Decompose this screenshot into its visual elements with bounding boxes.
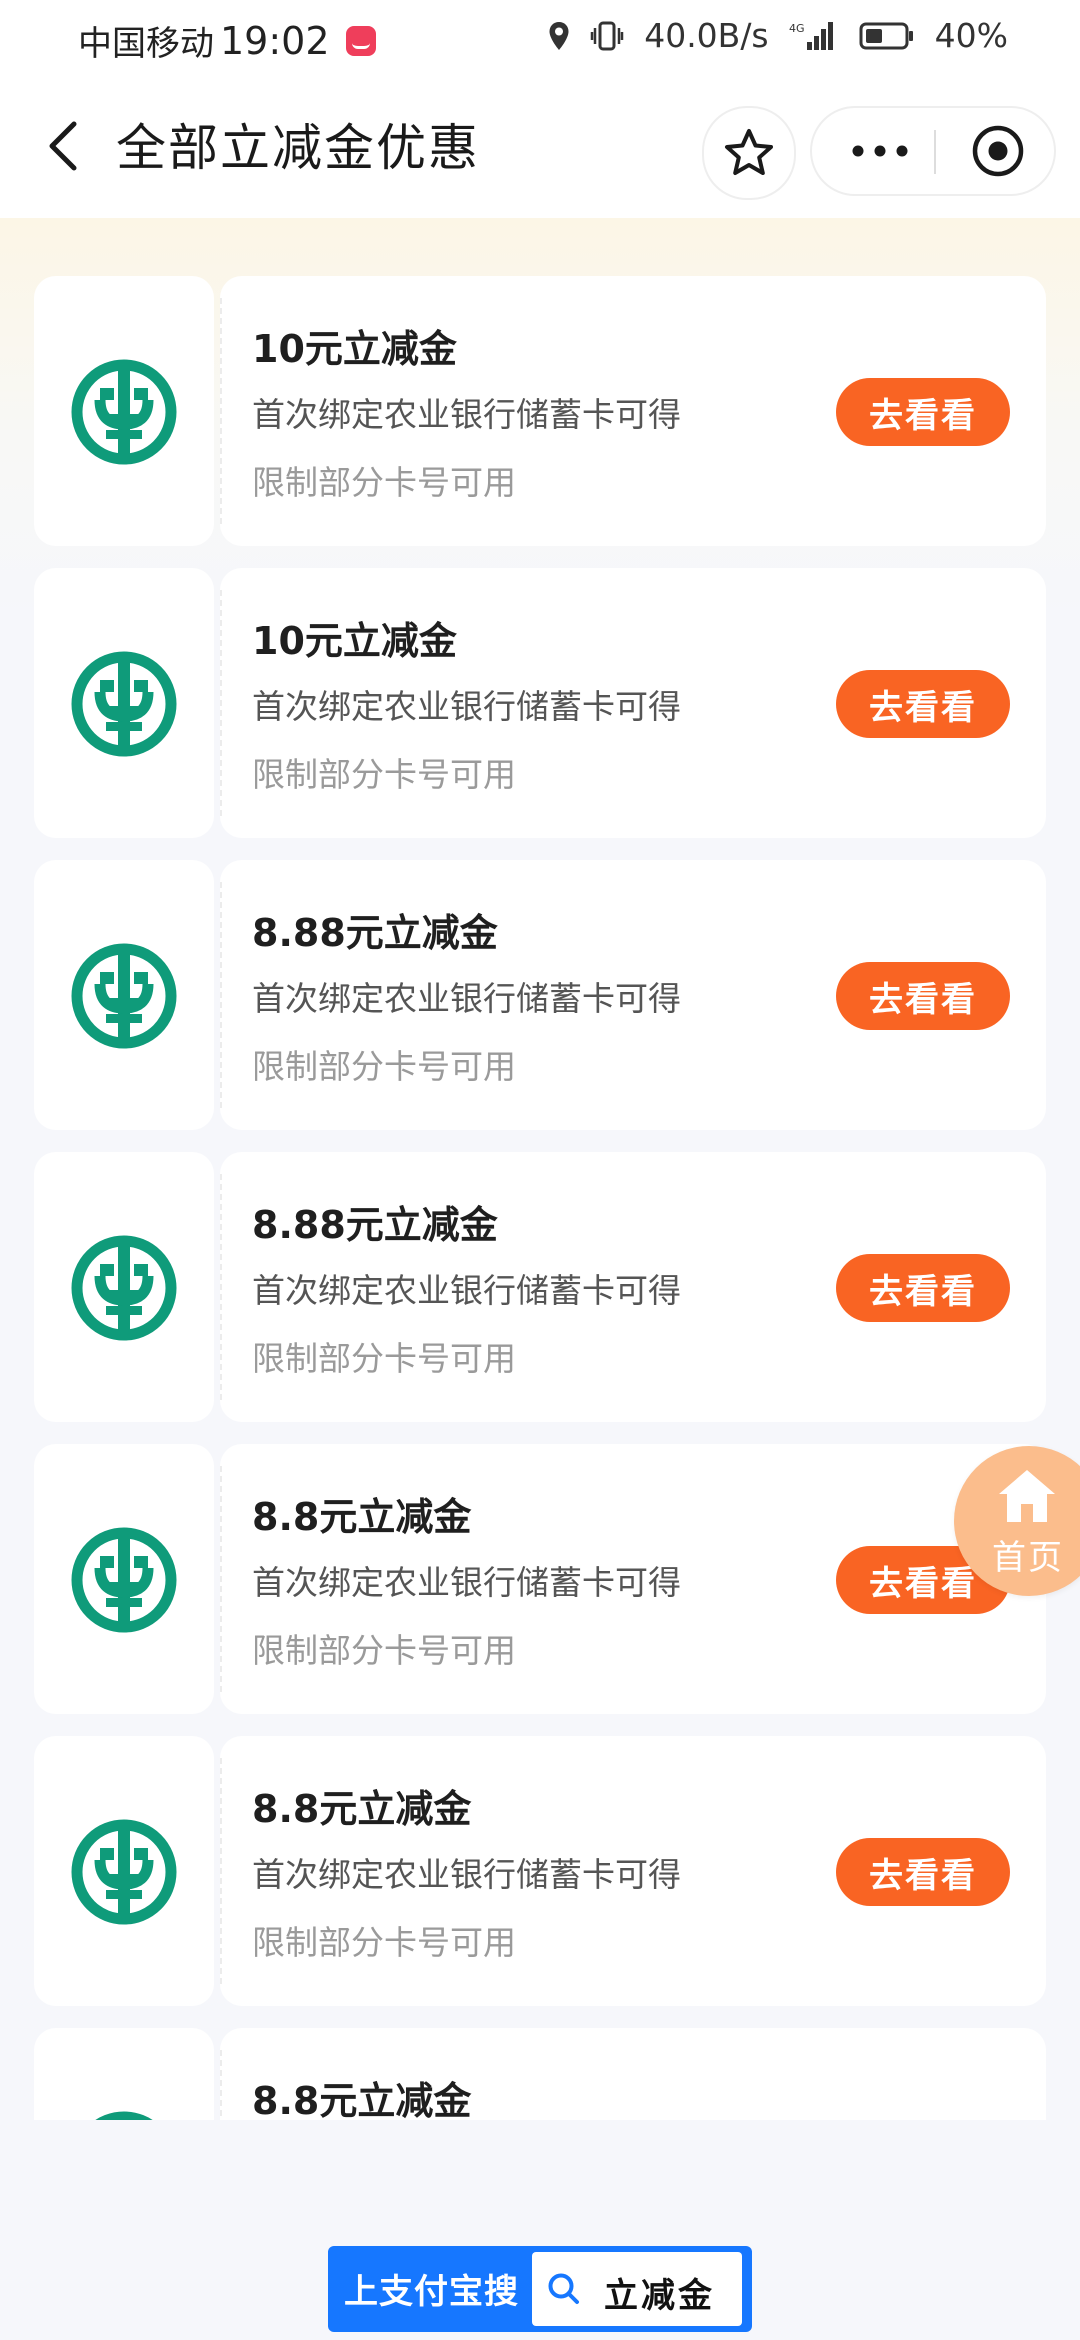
favorite-button[interactable]	[702, 106, 796, 200]
coupon-card[interactable]: 8.88元立减金首次绑定农业银行储蓄卡可得 限制部分卡号可用 去看看	[34, 860, 1046, 1130]
abc-bank-logo-icon	[70, 1818, 178, 1926]
coupon-list[interactable]: 10元立减金 首次绑定农业银行储蓄卡可得 限制部分卡号可用 去看看 10元立减金 首次绑定…	[0, 218, 1080, 2120]
coupon-right-panel: 8.88元立减金首次绑定农业银行储蓄卡可得 限制部分卡号可用 去看看	[220, 1152, 1046, 1422]
capsule-divider	[934, 130, 936, 174]
battery-icon	[859, 21, 915, 51]
coupon-card[interactable]: 8.8元立减金首次绑定农业银行储蓄卡可得 限制部分卡号可用 去看看	[34, 1736, 1046, 2006]
abc-bank-logo-icon	[70, 1234, 178, 1342]
coupon-limit-note: 限制部分卡号可用	[252, 1339, 516, 1378]
network-type: 4G	[789, 22, 805, 35]
coupon-right-panel: 8.8元立减金 首次绑定农业银行储蓄卡可得 限制部分卡号可用 去看看	[220, 1444, 1046, 1714]
coupon-right-panel: 8.8元立减金	[220, 2028, 1046, 2120]
status-bar: 中国移动 19:02 40.0B/s 4G 40%	[0, 0, 1080, 76]
view-coupon-button[interactable]: 去看看	[836, 1254, 1010, 1322]
coupon-title: 8.8元立减金	[252, 2079, 472, 2120]
coupon-card[interactable]: 10元立减金首次绑定农业银行储蓄卡可得 限制部分卡号可用 去看看	[34, 276, 1046, 546]
view-coupon-button[interactable]: 去看看	[836, 378, 1010, 446]
abc-bank-logo-icon	[70, 2110, 178, 2120]
coupon-card[interactable]: 8.8元立减金	[34, 2028, 1046, 2120]
coupon-title: 8.88元立减金	[252, 911, 498, 955]
coupon-card[interactable]: 8.88元立减金首次绑定农业银行储蓄卡可得 限制部分卡号可用 去看看	[34, 1152, 1046, 1422]
back-button[interactable]	[36, 116, 96, 176]
signal-icon: 4G	[789, 20, 839, 52]
status-left: 中国移动 19:02	[78, 16, 376, 65]
coupon-limit-note: 限制部分卡号可用	[252, 1047, 516, 1086]
location-icon	[548, 21, 570, 51]
coupon-limit-note: 限制部分卡号可用	[252, 463, 516, 502]
coupon-right-panel: 8.88元立减金首次绑定农业银行储蓄卡可得 限制部分卡号可用 去看看	[220, 860, 1046, 1130]
coupon-right-panel: 10元立减金首次绑定农业银行储蓄卡可得 限制部分卡号可用 去看看	[220, 276, 1046, 546]
coupon-left-panel	[34, 1152, 214, 1422]
banner-prefix: 上支付宝搜	[344, 2272, 519, 2312]
battery-percent: 40%	[934, 16, 1008, 55]
coupon-left-panel	[34, 1736, 214, 2006]
star-icon	[725, 129, 773, 175]
coupon-description: 首次绑定农业银行储蓄卡可得	[252, 395, 681, 434]
carrier-name: 中国移动	[78, 24, 214, 64]
status-right: 40.0B/s 4G 40%	[548, 16, 1008, 55]
coupon-title: 10元立减金	[252, 619, 457, 663]
banner-keyword: 立减金	[604, 2276, 715, 2316]
abc-bank-logo-icon	[70, 942, 178, 1050]
coupon-left-panel	[34, 276, 214, 546]
target-icon	[972, 125, 1024, 177]
home-icon	[999, 1470, 1055, 1522]
coupon-right-panel: 10元立减金首次绑定农业银行储蓄卡可得 限制部分卡号可用 去看看	[220, 568, 1046, 838]
more-button[interactable]	[830, 108, 930, 194]
coupon-card[interactable]: 10元立减金首次绑定农业银行储蓄卡可得 限制部分卡号可用 去看看	[34, 568, 1046, 838]
coupon-description: 首次绑定农业银行储蓄卡可得	[252, 1271, 681, 1310]
net-speed: 40.0B/s	[644, 16, 769, 55]
coupon-description: 首次绑定农业银行储蓄卡可得	[252, 979, 681, 1018]
coupon-title: 8.8元立减金	[252, 1495, 472, 1539]
more-icon	[852, 145, 908, 157]
coupon-left-panel	[34, 2028, 214, 2120]
view-coupon-button[interactable]: 去看看	[836, 670, 1010, 738]
abc-bank-logo-icon	[70, 1526, 178, 1634]
coupon-description: 首次绑定农业银行储蓄卡可得	[252, 687, 681, 726]
coupon-limit-note: 限制部分卡号可用	[252, 1631, 516, 1670]
view-coupon-button[interactable]: 去看看	[836, 1838, 1010, 1906]
coupon-description: 首次绑定农业银行储蓄卡可得	[252, 1855, 681, 1894]
abc-bank-logo-icon	[70, 650, 178, 758]
coupon-left-panel	[34, 568, 214, 838]
abc-bank-logo-icon	[70, 358, 178, 466]
nav-header: 全部立减金优惠	[0, 76, 1080, 218]
coupon-limit-note: 限制部分卡号可用	[252, 755, 516, 794]
huawei-app-icon	[345, 25, 376, 56]
close-mini-program-button[interactable]	[950, 108, 1046, 194]
coupon-description: 首次绑定农业银行储蓄卡可得	[252, 1563, 681, 1602]
page-title: 全部立减金优惠	[116, 119, 480, 177]
alipay-search-banner[interactable]: 上支付宝搜 立减金	[328, 2246, 752, 2332]
banner-search-box: 立减金	[532, 2252, 742, 2326]
coupon-title: 10元立减金	[252, 327, 457, 371]
view-coupon-button[interactable]: 去看看	[836, 962, 1010, 1030]
vibrate-icon	[590, 21, 624, 51]
back-icon	[49, 121, 77, 171]
coupon-left-panel	[34, 1444, 214, 1714]
coupon-limit-note: 限制部分卡号可用	[252, 1923, 516, 1962]
mini-program-capsule	[810, 106, 1056, 196]
home-label: 首页	[992, 1538, 1064, 1578]
clock: 19:02	[220, 18, 330, 63]
coupon-title: 8.88元立减金	[252, 1203, 498, 1247]
coupon-card[interactable]: 8.8元立减金 首次绑定农业银行储蓄卡可得 限制部分卡号可用 去看看	[34, 1444, 1046, 1714]
coupon-right-panel: 8.8元立减金首次绑定农业银行储蓄卡可得 限制部分卡号可用 去看看	[220, 1736, 1046, 2006]
coupon-left-panel	[34, 860, 214, 1130]
coupon-title: 8.8元立减金	[252, 1787, 472, 1831]
search-icon	[548, 2273, 579, 2304]
